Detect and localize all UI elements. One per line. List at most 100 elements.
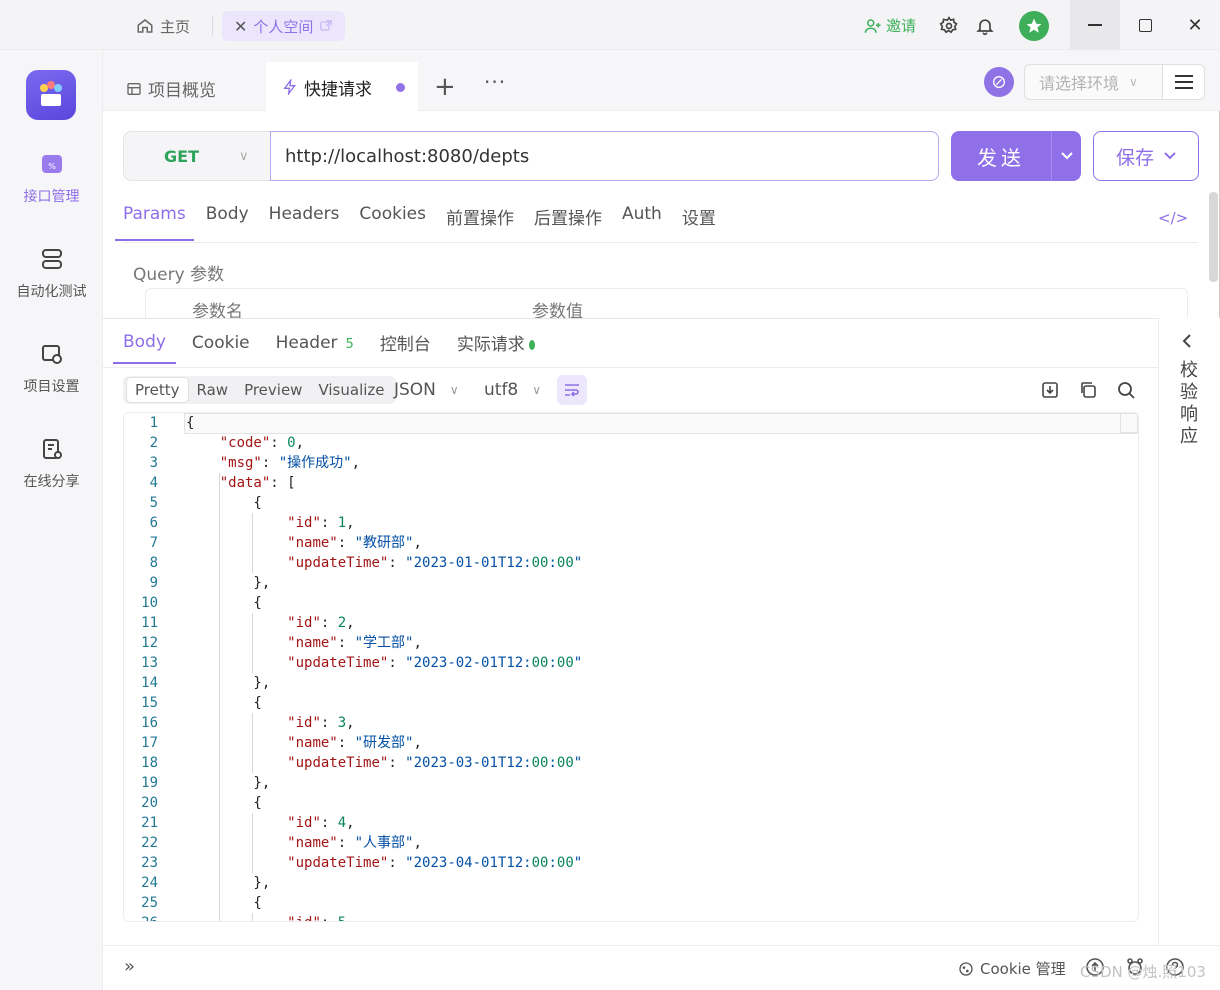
environment-icon[interactable] [984, 67, 1014, 97]
line-number: 7 [149, 535, 158, 551]
http-method-select[interactable]: GET ∨ [123, 131, 271, 181]
search-icon[interactable] [1116, 380, 1136, 400]
send-button[interactable]: 发送 [951, 131, 1081, 181]
tab-quick-request[interactable]: 快捷请求 [266, 62, 418, 112]
code-line: 7 "name": "教研部", [124, 533, 1138, 553]
environment-select[interactable]: 请选择环境 ∨ [1024, 64, 1163, 100]
code-line: 22 "name": "人事部", [124, 833, 1138, 853]
request-scrollbar[interactable] [1209, 192, 1218, 282]
format-pretty[interactable]: Pretty [126, 377, 189, 403]
code-text: "id": 2, [287, 615, 355, 631]
content-type-select[interactable]: JSON ∨ [394, 380, 459, 400]
tab-params[interactable]: Params [115, 204, 194, 241]
tab-cookies[interactable]: Cookies [359, 204, 426, 241]
line-number: 22 [141, 835, 158, 851]
code-line: 18 "updateTime": "2023-03-01T12:00:00" [124, 753, 1138, 773]
code-generate-icon[interactable]: </> [1158, 209, 1188, 227]
line-number: 25 [141, 895, 158, 911]
close-icon[interactable]: ✕ [234, 17, 247, 36]
new-tab-button[interactable]: + [434, 72, 456, 102]
tab-headers[interactable]: Headers [269, 204, 340, 241]
tab-auth[interactable]: Auth [622, 204, 662, 241]
sidebar-item-project-settings[interactable]: 项目设置 [0, 342, 103, 396]
project-settings-icon [41, 345, 62, 364]
home-tab[interactable]: 主页 [136, 14, 190, 38]
online-share-icon [42, 439, 62, 459]
sidebar-item-label: 项目设置 [23, 379, 80, 395]
code-text: "name": "教研部", [287, 535, 422, 551]
titlebar-divider [212, 16, 213, 36]
user-avatar[interactable] [1019, 11, 1049, 41]
code-line: 25 { [124, 893, 1138, 913]
chevron-down-icon [1164, 152, 1176, 160]
response-tabs-divider [103, 367, 1158, 368]
download-icon[interactable] [1040, 380, 1060, 400]
code-text: "updateTime": "2023-02-01T12:00:00" [287, 655, 583, 671]
code-line: 26 "id": 5 [124, 913, 1138, 921]
word-wrap-button[interactable] [557, 375, 587, 405]
personal-space-tab[interactable]: ✕ 个人空间 [222, 11, 346, 41]
tab-actual-request[interactable]: 实际请求 [457, 330, 535, 365]
home-icon [137, 19, 153, 33]
personal-space-label: 个人空间 [253, 17, 314, 36]
code-text: "id": 5 [186, 913, 346, 921]
logo-icon [40, 81, 62, 106]
code-line: 10 { [124, 593, 1138, 613]
response-code-editor[interactable]: 1{2 "code": 0, 3 "msg": "操作成功", 4 "data": … [123, 412, 1139, 922]
code-text: }, [186, 575, 271, 591]
tab-settings[interactable]: 设置 [682, 204, 716, 241]
request-tabs: Params Body Headers Cookies 前置操作 后置操作 Au… [115, 204, 716, 241]
notification-bell-icon[interactable] [973, 14, 997, 38]
line-number: 18 [141, 755, 158, 771]
code-text: { [186, 695, 262, 711]
tab-project-overview[interactable]: 项目概览 [126, 76, 216, 101]
sidebar-item-automation-test[interactable]: 自动化测试 [0, 247, 103, 301]
sidebar-item-online-share[interactable]: 在线分享 [0, 437, 103, 491]
maximize-button[interactable] [1120, 0, 1170, 50]
code-text: }, [186, 875, 271, 891]
tab-body[interactable]: Body [206, 204, 249, 241]
tab-response-cookie[interactable]: Cookie [192, 333, 250, 363]
chevron-left-icon[interactable] [1182, 334, 1192, 352]
app-logo[interactable] [26, 70, 76, 120]
code-text: "name": "研发部", [287, 735, 422, 751]
code-text: "updateTime": "2023-01-01T12:00:00" [287, 555, 583, 571]
sidebar-item-label: 接口管理 [23, 189, 80, 205]
sidebar-item-api-management[interactable]: % 接口管理 [0, 152, 103, 206]
url-input[interactable]: http://localhost:8080/depts [270, 131, 939, 181]
settings-gear-icon[interactable] [937, 14, 961, 38]
external-link-icon[interactable] [319, 19, 333, 33]
overview-icon [127, 82, 141, 95]
tab-response-body[interactable]: Body [113, 332, 176, 364]
environment-menu-button[interactable] [1162, 64, 1205, 100]
validate-response-label[interactable]: 校验响应 [1178, 360, 1200, 448]
more-tabs-button[interactable]: ··· [484, 70, 506, 94]
code-text: "data": [ [219, 475, 296, 491]
actual-request-label: 实际请求 [456, 335, 525, 355]
editor-scrollbar[interactable] [1120, 413, 1138, 433]
close-window-button[interactable]: ✕ [1170, 0, 1220, 50]
line-number: 21 [141, 815, 158, 831]
format-raw[interactable]: Raw [189, 378, 237, 402]
tab-post-operations[interactable]: 后置操作 [534, 204, 602, 241]
code-line: 17 "name": "研发部", [124, 733, 1138, 753]
copy-icon[interactable] [1078, 380, 1098, 400]
tab-response-header[interactable]: Header 5 [276, 333, 354, 363]
expand-sidebar-button[interactable]: » [124, 956, 135, 977]
tab-console[interactable]: 控制台 [380, 330, 431, 365]
code-text: { [186, 595, 262, 611]
format-visualize[interactable]: Visualize [310, 378, 392, 402]
wrap-icon [565, 384, 579, 397]
encoding-select[interactable]: utf8 ∨ [484, 380, 541, 400]
method-label: GET [164, 146, 199, 166]
code-line: 1{ [124, 413, 1138, 433]
invite-button[interactable]: 邀请 [864, 15, 916, 36]
save-button[interactable]: 保存 [1093, 131, 1199, 181]
code-line: 24 }, [124, 873, 1138, 893]
minimize-button[interactable] [1070, 0, 1120, 50]
cookie-manager-button[interactable]: Cookie 管理 [958, 958, 1066, 979]
tab-pre-operations[interactable]: 前置操作 [446, 204, 514, 241]
send-options-chevron-icon[interactable] [1052, 152, 1081, 160]
line-number: 9 [149, 575, 158, 591]
format-preview[interactable]: Preview [236, 378, 310, 402]
